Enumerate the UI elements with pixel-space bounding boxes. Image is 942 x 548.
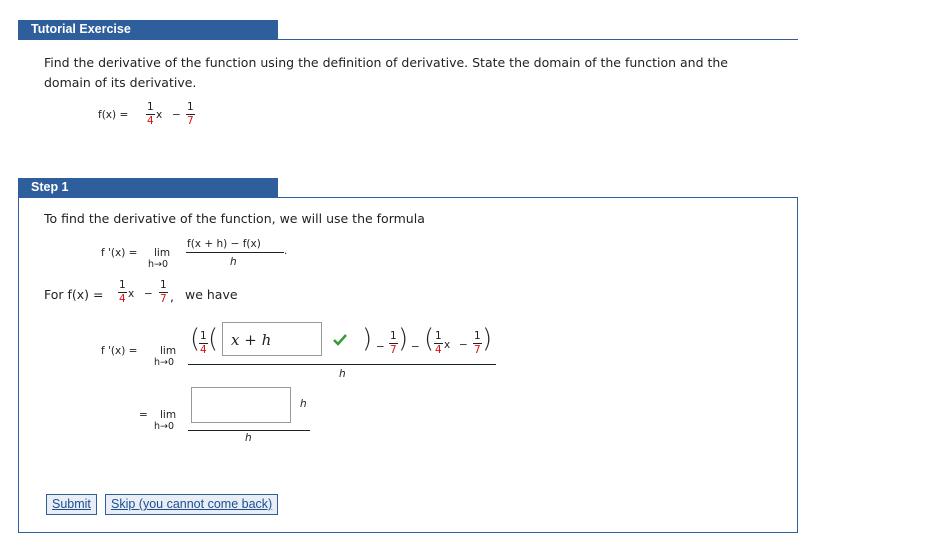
prompt-line-1: Find the derivative of the function usin… [44,55,728,70]
line1-coef-den: 4 [200,343,207,356]
line1-coef2-den: 4 [435,343,442,356]
line1-minus-3: − [459,339,468,351]
line1-coef-num: 1 [199,330,208,344]
line2-lim-sub: h→0 [154,421,175,432]
line1-lim: lim [160,345,177,357]
for-coef-num: 1 [118,279,127,293]
for-comma: , [170,289,174,304]
const-den: 7 [187,114,194,127]
step-1-tab: Step 1 [18,178,278,197]
tutorial-exercise-label: Tutorial Exercise [31,22,131,36]
coef-num: 1 [146,101,155,115]
outer-close-paren: ) [398,324,409,354]
const-num: 1 [186,101,195,115]
check-icon [333,334,347,346]
function-var: x [156,109,163,121]
line1-fraction-bar [188,364,496,365]
line1-coef-fraction-2: 1 4 [434,331,443,355]
for-text: For f(x) = [44,287,104,302]
line2-fraction-bar [188,430,310,431]
coef-den: 4 [147,114,154,127]
line1-const2-den: 7 [474,343,481,356]
line1-lim-sub: h→0 [154,357,175,368]
line1-const2-num: 1 [473,330,482,344]
formula-lim: lim [154,247,171,259]
second-open-paren: ( [424,324,435,354]
line1-coef-fraction: 1 4 [199,331,208,355]
header-rule [18,39,798,40]
const-fraction: 1 7 [186,102,195,126]
for-var: x [128,288,135,300]
answer-input-1[interactable]: x + h [222,322,322,356]
line1-minus-2: − [411,341,420,353]
for-const-num: 1 [159,279,168,293]
for-const-den: 7 [160,292,167,305]
line1-const1-den: 7 [390,343,397,356]
we-have-text: we have [185,287,238,302]
tutorial-exercise-tab: Tutorial Exercise [18,20,278,39]
formula-lim-sub: h→0 [148,259,169,270]
for-minus: − [144,288,153,300]
line1-denominator: h [339,368,346,380]
skip-button[interactable]: Skip (you cannot come back) [105,494,279,515]
second-close-paren: ) [482,324,493,354]
line1-minus-1: − [376,341,385,353]
line1-const-fraction-1: 1 7 [389,331,398,355]
inner-close-paren: ) [362,324,373,354]
coef-fraction: 1 4 [146,102,155,126]
answer-input-1-value: x + h [231,331,272,349]
answer-input-2[interactable] [191,387,291,423]
line1-var: x [444,339,451,351]
formula-fraction-bar [186,252,284,253]
step-1-label: Step 1 [31,180,69,194]
prompt-line-2: domain of its derivative. [44,75,197,90]
step-intro: To find the derivative of the function, … [44,211,425,226]
inner-open-paren: ( [208,324,219,354]
function-minus: − [172,109,181,121]
line2-denominator: h [245,432,252,444]
formula-denominator: h [230,256,237,268]
line1-coef2-num: 1 [434,330,443,344]
line2-lim: lim [160,409,177,421]
for-coef-fraction: 1 4 [118,280,127,304]
for-const-fraction: 1 7 [159,280,168,304]
function-lhs: f(x) = [98,109,129,121]
line2-h-label: h [300,398,307,410]
formula-lhs: f '(x) = [101,247,138,259]
for-coef-den: 4 [119,292,126,305]
formula-numerator: f(x + h) − f(x) [187,238,261,250]
line1-const-fraction-2: 1 7 [473,331,482,355]
line1-const1-num: 1 [389,330,398,344]
submit-button[interactable]: Submit [46,494,97,515]
formula-period: . [284,245,288,257]
line1-lhs: f '(x) = [101,345,138,357]
line2-eq: = [139,409,148,421]
